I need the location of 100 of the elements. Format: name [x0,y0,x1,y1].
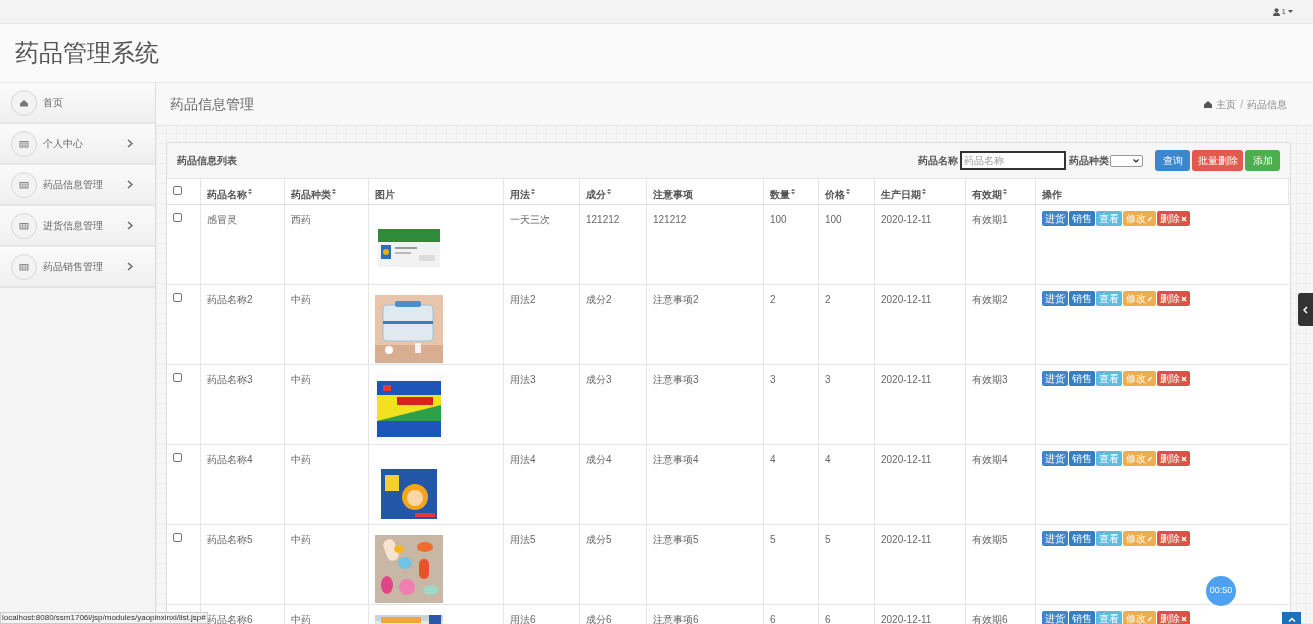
action-button[interactable]: 查看 [1096,211,1122,226]
column-header[interactable]: 有效期 [972,187,1002,202]
action-button[interactable]: 删除 [1157,531,1190,546]
column-header: 注意事项 [653,188,693,202]
action-button[interactable]: 删除 [1157,451,1190,466]
sidebar-item[interactable]: 进货信息管理 [0,206,155,247]
search-field[interactable]: 药品名称 [960,151,1066,170]
table-cell: 用法6 [510,614,536,624]
table-cell: 100 [770,214,787,225]
action-button[interactable]: 进货 [1042,211,1068,226]
table-cell: 成分6 [586,614,612,624]
breadcrumb-separator: / [1240,97,1243,112]
table-cell: 有效期6 [972,614,1008,624]
column-header-cell[interactable]: 有效期 [966,179,1036,204]
table-cell: 2020-12-11 [881,454,932,465]
column-header[interactable]: 药品种类 [291,187,331,202]
action-button[interactable]: 添加 [1245,150,1280,171]
table-cell: 西药 [291,214,311,225]
table-cell: 5 [770,534,776,545]
table-cell: 药品名称2 [207,294,253,305]
sidebar-item[interactable]: 药品销售管理 [0,247,155,288]
action-button[interactable]: 删除 [1157,611,1190,624]
column-header[interactable]: 价格 [825,187,845,202]
table-cell: 2020-12-11 [881,614,932,624]
table-cell: 注意事项5 [653,534,699,545]
table-cell: 中药 [291,534,311,545]
column-header[interactable]: 成分 [586,187,606,202]
table-cell: 中药 [291,454,311,465]
column-header-cell[interactable]: 用法 [504,179,580,204]
column-header[interactable]: 用法 [510,187,530,202]
table-cell: 2 [770,294,776,305]
action-button[interactable]: 查询 [1155,150,1190,171]
table-cell: 有效期4 [972,454,1008,465]
table-cell: 2 [825,294,831,305]
column-header[interactable]: 数量 [770,187,790,202]
sidebar-item[interactable]: 药品信息管理 [0,165,155,206]
action-button[interactable]: 删除 [1157,211,1190,226]
action-button[interactable]: 查看 [1096,291,1122,306]
column-header-cell[interactable]: 成分 [580,179,647,204]
action-button[interactable]: 批量删除 [1192,150,1243,171]
status-url: localhost:8080/ssm1706l/jsp/modules/yaopinxinxi/list.jsp# [0,612,208,624]
page-title: 药品信息管理 [170,94,254,114]
table-cell: 药品名称3 [207,374,253,385]
action-button[interactable]: 进货 [1042,611,1068,624]
action-button[interactable]: 删除 [1157,371,1190,386]
column-header: 图片 [375,188,395,202]
table-cell: 用法3 [510,374,536,385]
panel-title: 药品信息列表 [177,154,237,168]
table-cell: 4 [825,454,831,465]
action-button[interactable]: 查看 [1096,371,1122,386]
action-button[interactable]: 销售 [1069,291,1095,306]
action-button[interactable]: 进货 [1042,451,1068,466]
table-cell: 2020-12-11 [881,534,932,545]
action-button[interactable]: 进货 [1042,371,1068,386]
action-button[interactable]: 销售 [1069,611,1095,624]
column-header[interactable]: 生产日期 [881,187,921,202]
table-cell: 4 [770,454,776,465]
sidebar-item[interactable]: 个人中心 [0,124,155,165]
table-cell: 用法4 [510,454,536,465]
table-cell: 100 [825,214,842,225]
action-button[interactable]: 销售 [1069,211,1095,226]
table-cell: 成分4 [586,454,612,465]
action-button[interactable]: 查看 [1096,611,1122,624]
table-cell: 注意事项3 [653,374,699,385]
action-button[interactable]: 销售 [1069,451,1095,466]
sidebar-item[interactable]: 首页 [0,83,155,124]
user-menu[interactable]: 1 [1272,5,1293,18]
action-button[interactable]: 进货 [1042,291,1068,306]
table-cell: 成分3 [586,374,612,385]
action-button[interactable]: 销售 [1069,531,1095,546]
column-header-cell[interactable]: 生产日期 [875,179,966,204]
table-cell: 121212 [653,214,687,225]
column-header-cell[interactable]: 药品名称 [201,179,285,204]
table-cell: 有效期2 [972,294,1008,305]
action-button[interactable]: 查看 [1096,531,1122,546]
table-cell: 注意事项6 [653,614,699,624]
field-label: 药品种类 [1069,154,1109,168]
action-button[interactable]: 查看 [1096,451,1122,466]
table-cell: 成分5 [586,534,612,545]
table-cell: 一天三次 [510,214,550,225]
field-label: 药品名称 [918,154,958,168]
table-cell: 感冒灵 [207,214,237,225]
column-header: 操作 [1042,188,1062,202]
table-cell: 2020-12-11 [881,214,932,225]
column-header-cell[interactable]: 数量 [764,179,819,204]
action-button[interactable]: 进货 [1042,531,1068,546]
column-header-cell[interactable]: 药品种类 [285,179,369,204]
table-cell: 121212 [586,214,620,225]
table-cell: 药品名称6 [207,614,253,624]
table-cell: 有效期3 [972,374,1008,385]
column-header[interactable]: 药品名称 [207,187,247,202]
action-button[interactable]: 销售 [1069,371,1095,386]
table-cell: 药品名称4 [207,454,253,465]
table-cell: 6 [825,614,831,624]
breadcrumb-link[interactable]: 主页 [1216,96,1237,112]
table-cell: 注意事项2 [653,294,699,305]
column-header-cell[interactable]: 价格 [819,179,875,204]
table-cell: 药品名称5 [207,534,253,545]
action-button[interactable]: 删除 [1157,291,1190,306]
table-cell: 用法5 [510,534,536,545]
